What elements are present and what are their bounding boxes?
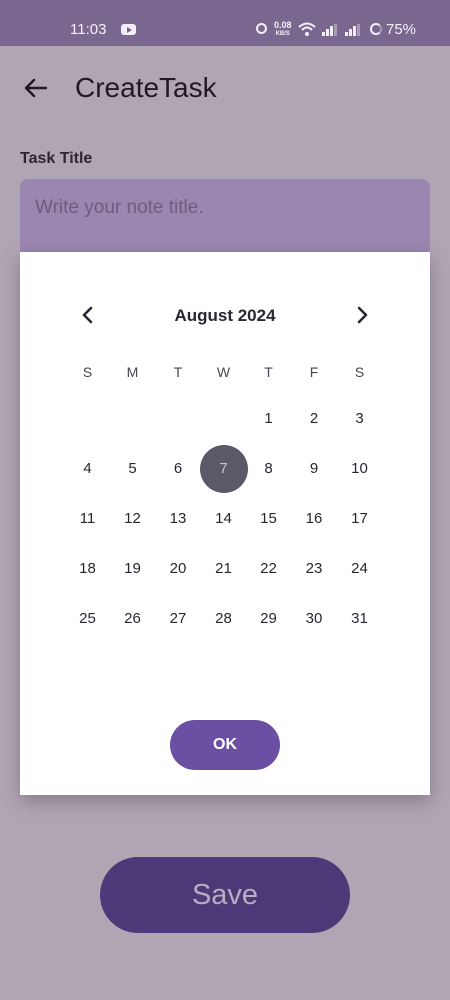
save-button[interactable]: Save — [100, 857, 350, 933]
calendar-day[interactable]: 6 — [154, 445, 202, 493]
battery-percentage: 75% — [386, 21, 417, 38]
calendar-day[interactable]: 5 — [109, 445, 157, 493]
calendar-day[interactable]: 26 — [109, 595, 157, 643]
calendar-day[interactable]: 20 — [154, 545, 202, 593]
calendar-day[interactable]: 15 — [245, 495, 293, 543]
ok-button[interactable]: OK — [170, 720, 280, 770]
back-arrow-icon[interactable] — [22, 74, 50, 102]
calendar-day[interactable]: 1 — [245, 395, 293, 443]
calendar-day[interactable]: 8 — [245, 445, 293, 493]
calendar-day[interactable]: 29 — [245, 595, 293, 643]
task-title-input[interactable]: Write your note title. — [20, 179, 430, 259]
calendar-day[interactable]: 17 — [336, 495, 384, 543]
calendar-day[interactable]: 30 — [290, 595, 338, 643]
calendar-day-grid: 1 2 3 4 5 6 7 8 9 10 11 12 13 14 15 16 17 18 19 20 21 22 23 24 2… — [20, 252, 430, 795]
network-speed: 0.08 KB/S — [274, 21, 292, 39]
calendar-day[interactable]: 19 — [109, 545, 157, 593]
calendar-day[interactable]: 21 — [200, 545, 248, 593]
alarm-icon — [256, 23, 267, 34]
selected-day[interactable]: 7 — [199, 445, 248, 493]
task-title-label: Task Title — [20, 150, 93, 167]
network-speed-value: 0.08 — [274, 20, 292, 30]
calendar-day[interactable]: 24 — [336, 545, 384, 593]
calendar-day[interactable]: 25 — [64, 595, 112, 643]
calendar-day[interactable]: 16 — [290, 495, 338, 543]
calendar-day[interactable]: 31 — [336, 595, 384, 643]
calendar-day[interactable]: 27 — [154, 595, 202, 643]
battery-icon — [370, 23, 382, 35]
calendar-day[interactable]: 18 — [64, 545, 112, 593]
calendar-day[interactable]: 2 — [290, 395, 338, 443]
calendar-day[interactable]: 12 — [109, 495, 157, 543]
signal-icon — [322, 24, 337, 36]
calendar-day[interactable]: 3 — [336, 395, 384, 443]
signal-icon-2 — [345, 24, 360, 36]
wifi-icon — [298, 22, 316, 36]
calendar-day[interactable]: 22 — [245, 545, 293, 593]
calendar-day[interactable]: 4 — [64, 445, 112, 493]
date-picker-dialog: August 2024 SMTWTFS 1 2 3 4 5 6 7 8 9 10 11 12 13 14 1… — [20, 252, 430, 795]
calendar-day[interactable]: 28 — [200, 595, 248, 643]
status-bar: 11:03 0.08 KB/S 75% — [0, 0, 450, 46]
calendar-day[interactable]: 14 — [200, 495, 248, 543]
calendar-day[interactable]: 13 — [154, 495, 202, 543]
page-title: CreateTask — [75, 72, 217, 103]
status-time: 11:03 — [70, 21, 107, 38]
task-title-placeholder: Write your note title. — [35, 197, 204, 218]
youtube-notification-icon — [121, 24, 136, 35]
network-speed-unit: KB/S — [275, 31, 290, 37]
calendar-day[interactable]: 9 — [290, 445, 338, 493]
calendar-day[interactable]: 23 — [290, 545, 338, 593]
calendar-day[interactable]: 11 — [64, 495, 112, 543]
calendar-day[interactable]: 10 — [336, 445, 384, 493]
